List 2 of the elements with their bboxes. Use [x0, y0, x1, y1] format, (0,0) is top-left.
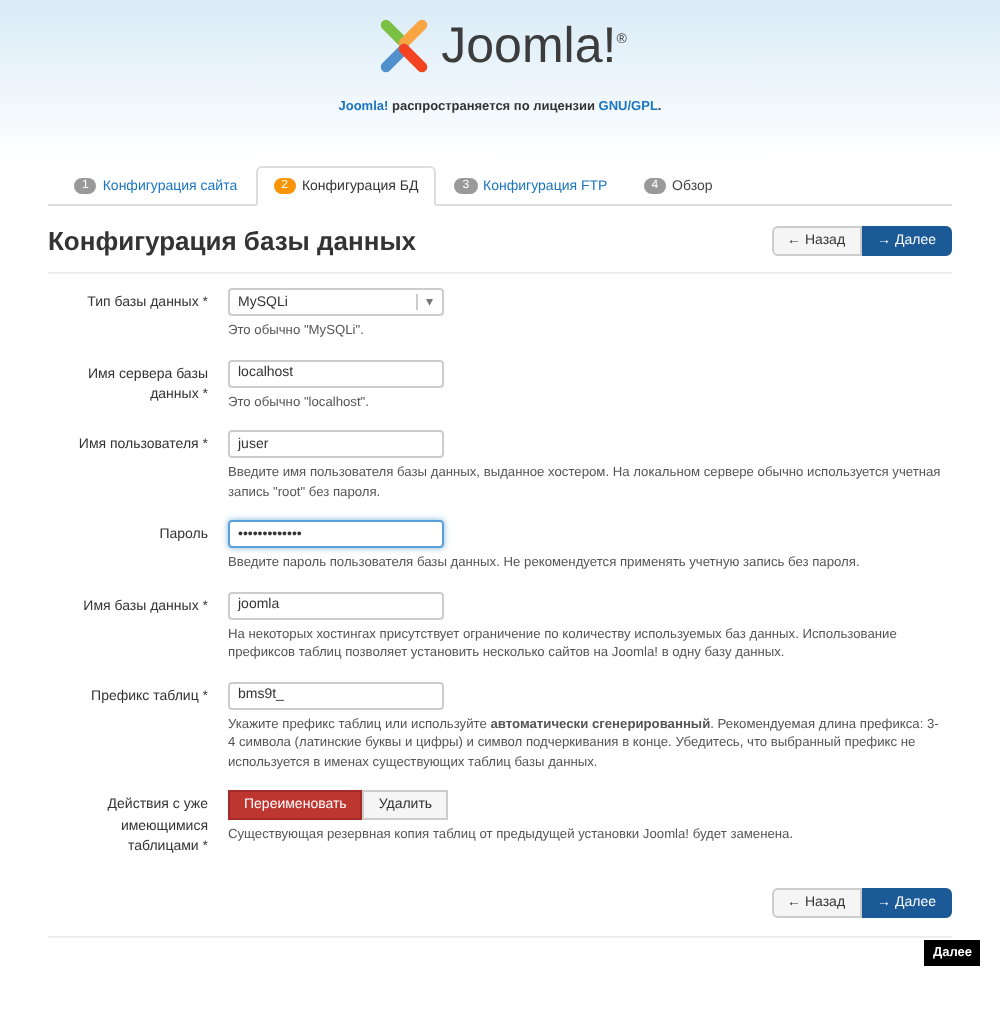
logo-text: Joomla!$^{®}$ [441, 17, 627, 75]
page-title: Конфигурация базы данных [48, 226, 417, 256]
